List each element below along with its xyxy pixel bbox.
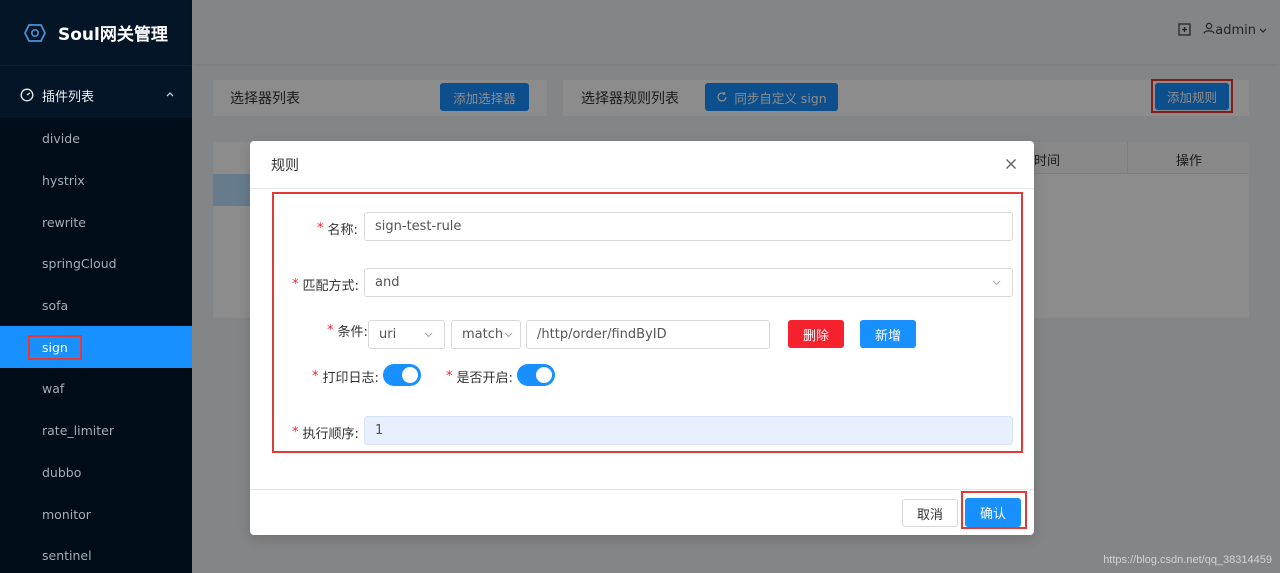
required-mark: * <box>312 369 319 384</box>
name-input-value: sign-test-rule <box>375 219 462 234</box>
sidebar-item-label: dubbo <box>42 464 82 480</box>
required-mark: * <box>317 221 324 236</box>
sidebar: Soul网关管理 插件列表 divide hystrix rewrite spr… <box>0 0 192 573</box>
brand: Soul网关管理 <box>0 0 192 66</box>
sidebar-item-sofa[interactable]: sofa <box>0 285 192 327</box>
chevron-down-icon <box>503 329 514 340</box>
modal-header: 规则 <box>250 141 1034 189</box>
sidebar-item-label: hystrix <box>42 173 85 189</box>
soul-logo-icon <box>22 20 48 46</box>
required-mark: * <box>327 323 334 338</box>
match-label: * 匹配方式: <box>292 275 359 294</box>
cancel-button[interactable]: 取消 <box>902 499 958 527</box>
sidebar-item-dubbo[interactable]: dubbo <box>0 452 192 494</box>
enable-label: * 是否开启: <box>446 367 513 386</box>
order-label: * 执行顺序: <box>292 423 359 442</box>
enable-toggle[interactable] <box>517 364 555 386</box>
condition-value-input[interactable]: /http/order/findByID <box>526 320 770 349</box>
sidebar-item-label: divide <box>42 131 80 147</box>
sidebar-item-label: waf <box>42 381 65 397</box>
sidebar-item-monitor[interactable]: monitor <box>0 493 192 535</box>
log-label-text: 打印日志: <box>322 371 379 386</box>
sidebar-item-rate-limiter[interactable]: rate_limiter <box>0 410 192 452</box>
rule-modal: 规则 * 名称: sign-test-rule * 匹配方式: and * 条件: u… <box>250 141 1034 535</box>
sidebar-item-rewrite[interactable]: rewrite <box>0 201 192 243</box>
order-label-text: 执行顺序: <box>302 427 359 442</box>
sidebar-item-label: rewrite <box>42 214 86 230</box>
menu-group-plugins[interactable]: 插件列表 <box>0 72 192 118</box>
match-select[interactable]: and <box>364 268 1013 297</box>
sidebar-item-label: sign <box>28 334 82 360</box>
chevron-down-icon <box>991 277 1002 288</box>
name-label-text: 名称: <box>327 223 358 238</box>
modal-title: 规则 <box>271 157 299 174</box>
enable-label-text: 是否开启: <box>456 371 513 386</box>
sidebar-item-label: monitor <box>42 506 91 522</box>
log-label: * 打印日志: <box>312 367 379 386</box>
menu-group-label: 插件列表 <box>42 89 95 105</box>
delete-condition-button[interactable]: 删除 <box>788 320 844 348</box>
name-label: * 名称: <box>317 219 358 238</box>
order-input-value: 1 <box>375 423 384 438</box>
dashboard-icon <box>20 88 34 102</box>
sidebar-item-label: springCloud <box>42 256 117 272</box>
sidebar-item-hystrix[interactable]: hystrix <box>0 160 192 202</box>
required-mark: * <box>292 277 299 292</box>
confirm-button[interactable]: 确认 <box>965 498 1021 527</box>
condition-label-text: 条件: <box>337 325 368 340</box>
match-select-value: and <box>375 275 400 290</box>
sidebar-item-label: sofa <box>42 298 69 314</box>
watermark: https://blog.csdn.net/qq_38314459 <box>1103 554 1272 566</box>
chevron-down-icon <box>423 329 434 340</box>
condition-param-value: uri <box>379 327 397 342</box>
sidebar-item-waf[interactable]: waf <box>0 368 192 410</box>
log-toggle[interactable] <box>383 364 421 386</box>
sidebar-item-label: rate_limiter <box>42 423 114 439</box>
plugin-submenu: divide hystrix rewrite springCloud sofa … <box>0 118 192 573</box>
name-input[interactable]: sign-test-rule <box>364 212 1013 241</box>
required-mark: * <box>292 425 299 440</box>
condition-label: * 条件: <box>327 321 368 340</box>
required-mark: * <box>446 369 453 384</box>
sidebar-item-label: sentinel <box>42 548 92 564</box>
sidebar-item-divide[interactable]: divide <box>0 118 192 160</box>
sidebar-item-sentinel[interactable]: sentinel <box>0 535 192 573</box>
condition-operator-value: match <box>462 327 504 342</box>
match-label-text: 匹配方式: <box>302 279 359 294</box>
chevron-up-icon <box>164 88 176 100</box>
condition-param-select[interactable]: uri <box>368 320 445 349</box>
app-title: Soul网关管理 <box>58 25 168 45</box>
sidebar-item-sign[interactable]: sign <box>0 326 192 369</box>
condition-operator-select[interactable]: match <box>451 320 521 349</box>
sidebar-item-springcloud[interactable]: springCloud <box>0 243 192 285</box>
order-input[interactable]: 1 <box>364 416 1013 445</box>
condition-value-text: /http/order/findByID <box>537 327 667 342</box>
add-condition-button[interactable]: 新增 <box>860 320 916 348</box>
close-icon[interactable] <box>1004 157 1018 171</box>
